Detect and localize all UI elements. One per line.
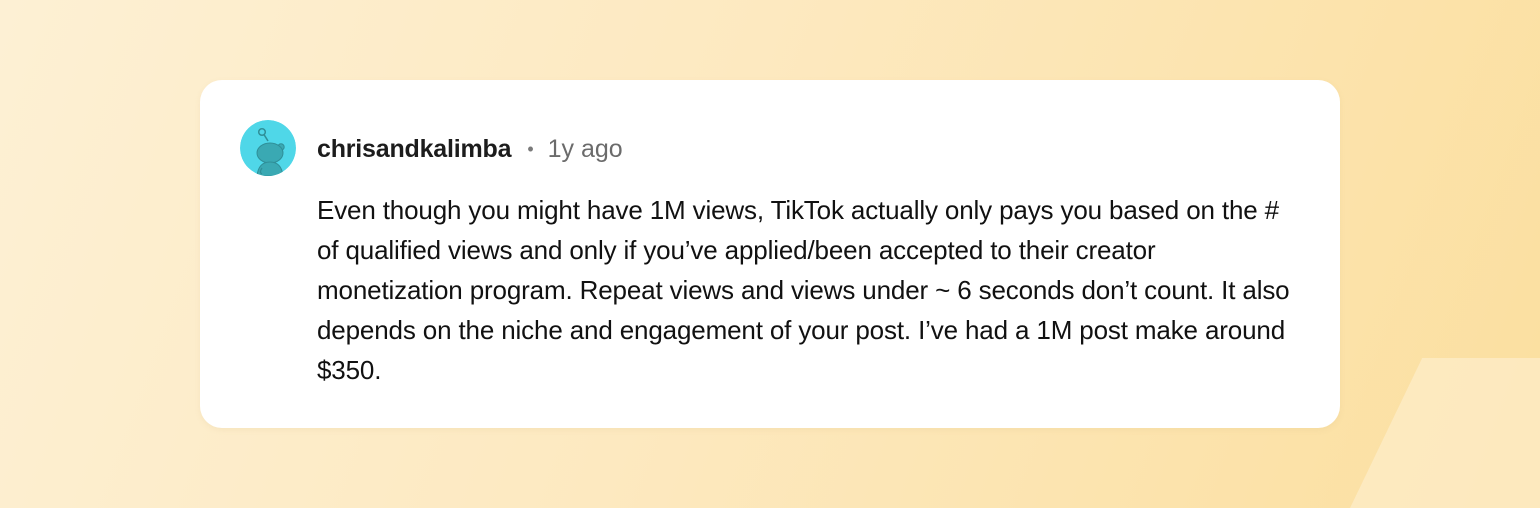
comment-header: chrisandkalimba • 1y ago [317, 132, 623, 166]
username-link[interactable]: chrisandkalimba [317, 135, 512, 164]
comment-body: Even though you might have 1M views, Tik… [317, 195, 1290, 385]
comment-card: chrisandkalimba • 1y ago Even though you… [200, 80, 1340, 428]
reddit-snoo-avatar-icon [240, 120, 296, 176]
timestamp: 1y ago [547, 134, 623, 163]
avatar[interactable] [240, 120, 296, 176]
background-decoration [1350, 358, 1540, 508]
meta-separator: • [527, 138, 534, 159]
